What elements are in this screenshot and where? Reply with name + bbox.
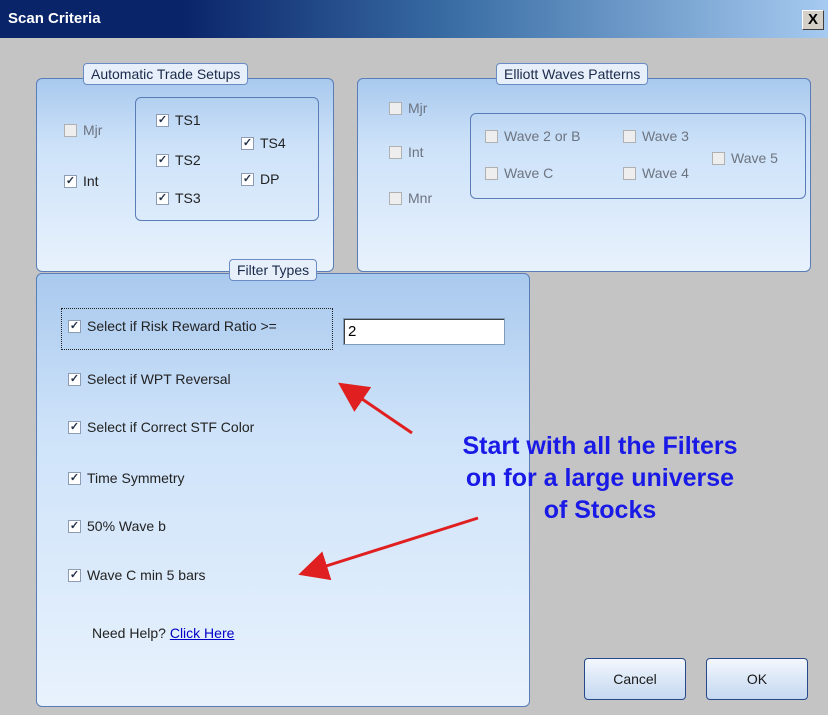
- title-bar: Scan Criteria X: [0, 0, 828, 38]
- window-title: Scan Criteria: [8, 10, 101, 27]
- close-button[interactable]: X: [802, 10, 824, 30]
- annotation-arrows: [298, 382, 479, 581]
- arrow-to-wave-c-bars: [298, 516, 479, 581]
- scan-criteria-dialog: Automatic Trade Setups Mjr Int TS1 TS2 T…: [0, 38, 828, 715]
- arrow-to-wpt-reversal: [338, 382, 413, 435]
